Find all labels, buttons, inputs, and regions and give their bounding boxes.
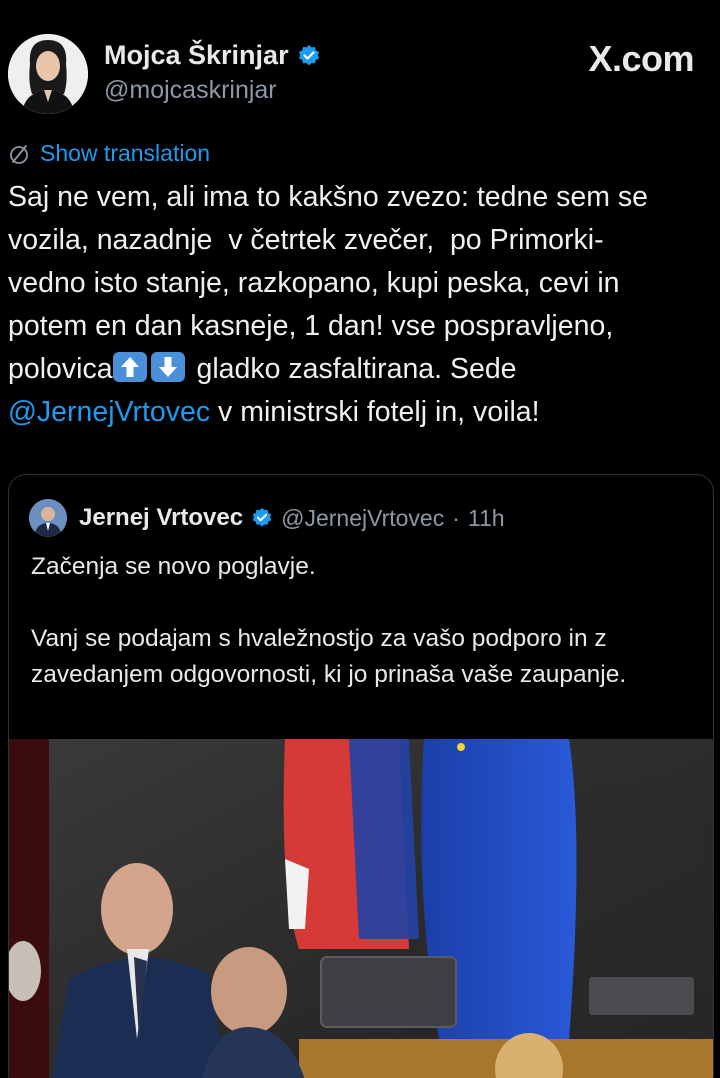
quoted-tweet-header: Jernej Vrtovec @JernejVrtovec · 11h: [29, 499, 505, 537]
tweet-header: Mojca Škrinjar @mojcaskrinjar X.com: [0, 0, 720, 130]
author-name[interactable]: Mojca Škrinjar: [104, 40, 289, 71]
quoted-tweet-body: Začenja se novo poglavje. Vanj se podaja…: [31, 553, 627, 688]
quoted-tweet[interactable]: Jernej Vrtovec @JernejVrtovec · 11h Zače…: [8, 474, 714, 1078]
time-separator: ·: [452, 504, 460, 531]
tweet-line: vedno isto stanje, razkopano, kupi peska…: [8, 267, 620, 299]
translate-icon: [10, 144, 28, 164]
verified-badge-icon: [252, 507, 272, 527]
quoted-timestamp[interactable]: 11h: [468, 505, 505, 532]
quoted-author-name[interactable]: Jernej Vrtovec: [79, 504, 243, 532]
author-name-row: Mojca Škrinjar: [104, 40, 321, 71]
video-still-icon: [9, 739, 713, 1078]
tweet-line: Saj ne vem, ali ima to kakšno zvezo: ted…: [8, 181, 648, 213]
x-com-logo: X.com: [588, 38, 694, 79]
up-arrow-emoji-icon: [112, 352, 147, 382]
mention-link[interactable]: @JernejVrtovec: [8, 396, 210, 428]
verified-badge-icon: [298, 44, 319, 65]
tweet-line: polovica: [8, 353, 113, 385]
tweet-line: gladko zasfaltirana. Sede: [188, 353, 517, 385]
tweet-line: v ministrski fotelj in, voila!: [210, 396, 540, 428]
down-arrow-emoji-icon: [150, 352, 185, 382]
show-translation[interactable]: Show translation: [8, 140, 210, 167]
author-handle[interactable]: @mojcaskrinjar: [104, 76, 277, 105]
tweet-body: Saj ne vem, ali ima to kakšno zvezo: ted…: [8, 176, 713, 434]
quoted-author-handle[interactable]: @JernejVrtovec: [281, 505, 444, 532]
show-translation-link[interactable]: Show translation: [40, 140, 210, 167]
profile-photo-icon: [8, 34, 88, 114]
profile-photo-icon: [29, 499, 67, 537]
tweet-line: potem en dan kasneje, 1 dan! vse posprav…: [8, 310, 614, 342]
quoted-author-avatar[interactable]: [29, 499, 67, 537]
author-avatar[interactable]: [8, 34, 88, 114]
tweet-line: vozila, nazadnje v četrtek zvečer, po Pr…: [8, 224, 604, 256]
quoted-media[interactable]: [9, 739, 713, 1078]
